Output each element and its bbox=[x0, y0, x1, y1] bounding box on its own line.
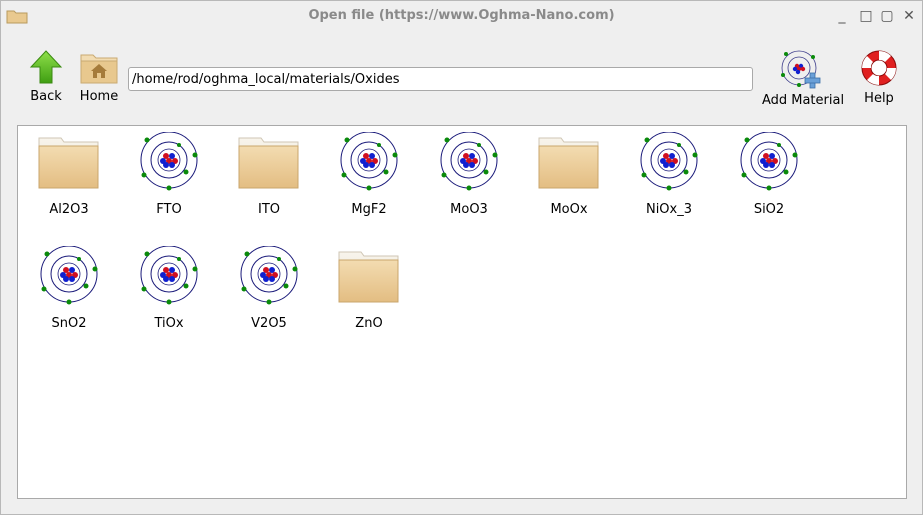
file-item-niox_3[interactable]: NiOx_3 bbox=[619, 129, 719, 239]
file-item-label: TiOx bbox=[154, 316, 184, 331]
file-item-label: V2O5 bbox=[251, 316, 287, 331]
folder-icon bbox=[538, 137, 599, 189]
lifebuoy-help-icon bbox=[861, 50, 897, 86]
folder-icon bbox=[38, 137, 99, 189]
file-item-tiox[interactable]: TiOx bbox=[119, 243, 219, 353]
file-list-view[interactable]: Al2O3 FTO ITO MgF2 MoO3 MoOx NiOx_3 SiO2… bbox=[17, 125, 907, 499]
maximize-button[interactable]: ▢ bbox=[879, 8, 895, 24]
title-bar[interactable]: Open file (https://www.Oghma-Nano.com) _… bbox=[1, 1, 922, 31]
file-item-label: MoO3 bbox=[450, 202, 488, 217]
minimize-button[interactable]: _ bbox=[834, 8, 850, 24]
file-item-mgf2[interactable]: MgF2 bbox=[319, 129, 419, 239]
file-item-label: SnO2 bbox=[51, 316, 87, 331]
home-button[interactable]: Home bbox=[77, 49, 121, 104]
atom-material-icon bbox=[140, 246, 198, 305]
home-folder-icon bbox=[80, 54, 118, 84]
add-material-label: Add Material bbox=[761, 93, 845, 108]
file-item-label: Al2O3 bbox=[49, 202, 89, 217]
file-item-ito[interactable]: ITO bbox=[219, 129, 319, 239]
open-file-window: Open file (https://www.Oghma-Nano.com) _… bbox=[0, 0, 923, 515]
file-item-sio2[interactable]: SiO2 bbox=[719, 129, 819, 239]
folder-icon bbox=[238, 137, 299, 189]
atom-material-icon bbox=[40, 246, 98, 305]
atom-material-icon bbox=[440, 132, 498, 191]
window-title: Open file (https://www.Oghma-Nano.com) bbox=[308, 8, 615, 23]
back-arrow-icon bbox=[29, 50, 63, 84]
file-item-label: ZnO bbox=[355, 316, 383, 331]
home-label: Home bbox=[79, 89, 119, 104]
add-material-button[interactable]: Add Material bbox=[758, 49, 848, 108]
file-item-sno2[interactable]: SnO2 bbox=[19, 243, 119, 353]
file-item-label: MgF2 bbox=[351, 202, 387, 217]
path-input[interactable] bbox=[128, 67, 753, 91]
close-button[interactable]: ✕ bbox=[901, 8, 917, 24]
back-button[interactable]: Back bbox=[25, 49, 67, 104]
atom-material-icon bbox=[340, 132, 398, 191]
file-item-label: FTO bbox=[156, 202, 182, 217]
add-material-icon bbox=[781, 50, 821, 89]
atom-material-icon bbox=[240, 246, 298, 305]
file-item-fto[interactable]: FTO bbox=[119, 129, 219, 239]
file-item-v2o5[interactable]: V2O5 bbox=[219, 243, 319, 353]
file-item-al2o3[interactable]: Al2O3 bbox=[19, 129, 119, 239]
restore-button[interactable]: □ bbox=[858, 8, 874, 24]
atom-material-icon bbox=[140, 132, 198, 191]
help-button[interactable]: Help bbox=[857, 49, 901, 106]
file-item-label: ITO bbox=[257, 202, 280, 217]
folder-icon bbox=[338, 251, 399, 303]
file-item-label: MoOx bbox=[550, 202, 588, 217]
atom-material-icon bbox=[640, 132, 698, 191]
file-item-label: NiOx_3 bbox=[645, 202, 693, 217]
file-item-label: SiO2 bbox=[753, 202, 785, 217]
back-label: Back bbox=[30, 89, 62, 104]
help-label: Help bbox=[864, 91, 894, 106]
file-item-moo3[interactable]: MoO3 bbox=[419, 129, 519, 239]
atom-material-icon bbox=[740, 132, 798, 191]
file-item-zno[interactable]: ZnO bbox=[319, 243, 419, 353]
file-item-moox[interactable]: MoOx bbox=[519, 129, 619, 239]
